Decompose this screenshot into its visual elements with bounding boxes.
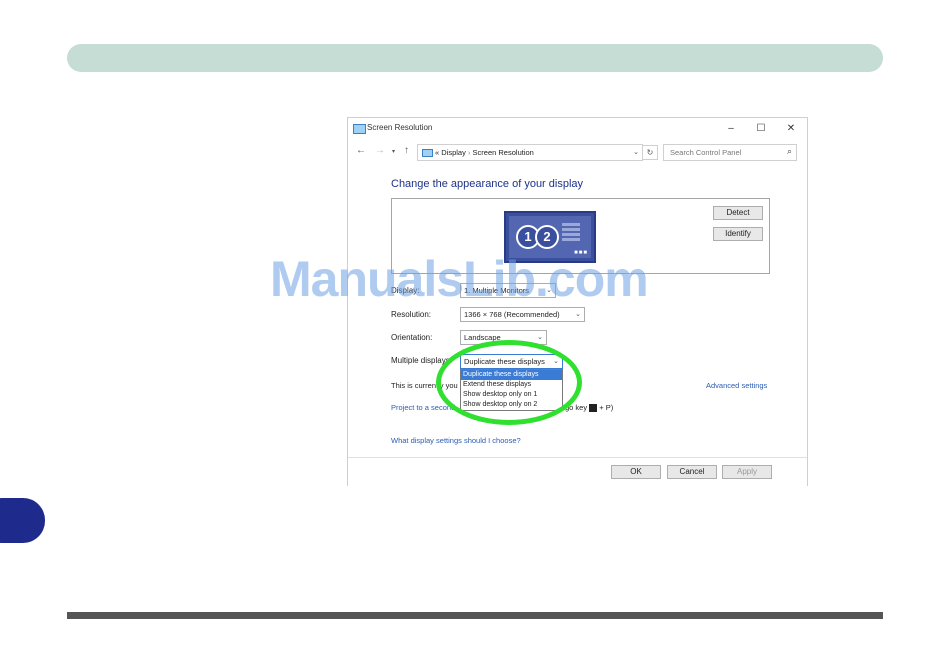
chevron-down-icon: ⌄ xyxy=(575,311,581,318)
up-arrow-icon[interactable]: ↑ xyxy=(404,145,409,156)
identify-button[interactable]: Identify xyxy=(713,227,763,241)
ok-button[interactable]: OK xyxy=(611,465,661,479)
footer-rule xyxy=(67,612,883,619)
minimize-button[interactable]: – xyxy=(720,121,742,137)
resolution-label: Resolution: xyxy=(391,310,432,319)
title-bar: Screen Resolution – ☐ ✕ xyxy=(348,118,807,140)
header-bar xyxy=(67,44,883,72)
cancel-button[interactable]: Cancel xyxy=(667,465,717,479)
button-bar: OK Cancel Apply xyxy=(348,457,807,487)
display-icon xyxy=(353,124,366,134)
control-panel-icon xyxy=(422,149,433,157)
project-hint-end: + P) xyxy=(599,403,614,412)
display-2-badge: 2 xyxy=(535,225,559,249)
search-input[interactable]: Search Control Panel ⌕ xyxy=(663,144,797,161)
breadcrumb-prefix: « xyxy=(435,148,440,157)
search-placeholder: Search Control Panel xyxy=(670,148,742,157)
forward-arrow-icon[interactable]: → xyxy=(375,145,385,156)
orientation-label: Orientation: xyxy=(391,333,433,342)
maximize-button[interactable]: ☐ xyxy=(750,121,772,137)
chevron-down-icon: ⌄ xyxy=(537,334,543,341)
breadcrumb-display[interactable]: Display xyxy=(441,148,466,157)
resolution-select[interactable]: 1366 × 768 (Recommended) ⌄ xyxy=(460,307,585,322)
help-link[interactable]: What display settings should I choose? xyxy=(391,436,521,445)
advanced-settings-link[interactable]: Advanced settings xyxy=(706,381,767,390)
search-icon: ⌕ xyxy=(786,146,792,156)
close-button[interactable]: ✕ xyxy=(780,121,802,137)
recent-chevron-icon[interactable]: ▾ xyxy=(392,148,395,155)
address-bar-row: ← → ▾ ↑ « Display › Screen Resolution ⌄ … xyxy=(348,142,807,162)
back-arrow-icon[interactable]: ← xyxy=(356,145,366,156)
chevron-down-icon[interactable]: ⌄ xyxy=(633,145,639,160)
detect-button[interactable]: Detect xyxy=(713,206,763,220)
page-title: Change the appearance of your display xyxy=(391,178,584,190)
refresh-icon[interactable]: ↻ xyxy=(642,145,658,160)
grid-icon xyxy=(562,223,580,241)
apply-button[interactable]: Apply xyxy=(722,465,772,479)
address-box[interactable]: « Display › Screen Resolution ⌄ xyxy=(417,144,643,161)
breadcrumb-screen-resolution[interactable]: Screen Resolution xyxy=(473,148,534,157)
watermark: ManualsLib.com xyxy=(270,251,649,307)
window-title: Screen Resolution xyxy=(367,123,433,132)
breadcrumb-separator: › xyxy=(467,148,471,157)
windows-logo-icon xyxy=(589,404,598,413)
highlight-circle xyxy=(436,340,582,425)
chapter-tab xyxy=(0,498,45,543)
